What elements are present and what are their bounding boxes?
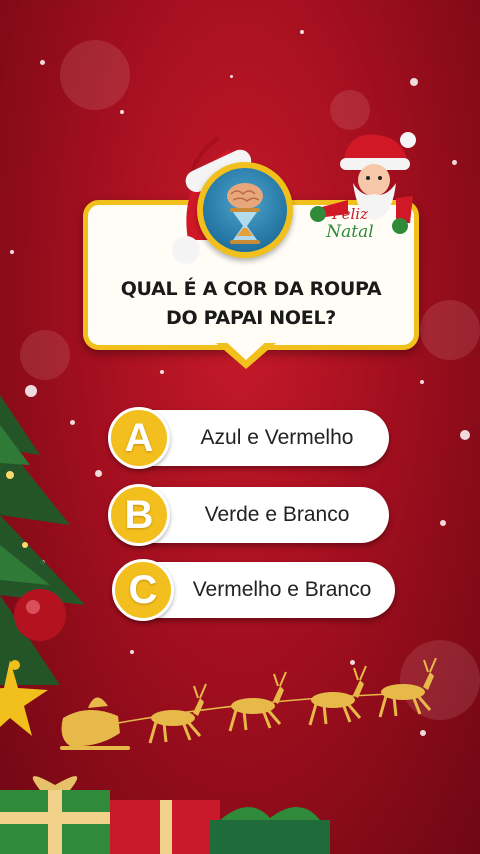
option-c-badge: C (112, 559, 174, 621)
feliz-text: Feliz (332, 205, 368, 223)
answer-option-a[interactable]: A Azul e Vermelho (108, 407, 389, 469)
option-c-text: Vermelho e Branco (192, 578, 372, 601)
feliz-natal-logo: Feliz Natal (315, 205, 385, 241)
question-text: QUAL É A COR DA ROUPA DO PAPAI NOEL? (120, 278, 382, 329)
option-a-badge: A (108, 407, 170, 469)
answer-option-b[interactable]: B Verde e Branco (108, 484, 389, 546)
option-b-letter: B (124, 493, 154, 537)
reindeer-sleigh-icon (60, 658, 437, 750)
option-c-letter: C (128, 568, 158, 612)
brain-hourglass-icon (227, 183, 263, 244)
star-icon (0, 660, 48, 736)
answer-option-c[interactable]: C Vermelho e Branco (112, 559, 395, 621)
option-b-badge: B (108, 484, 170, 546)
brain-hourglass-emblem (197, 162, 293, 258)
gift-box-icon (0, 776, 330, 854)
option-a-text: Azul e Vermelho (200, 426, 354, 449)
natal-text: Natal (326, 222, 374, 242)
option-b-text: Verde e Branco (204, 503, 350, 526)
card-pointer-inner (224, 340, 268, 360)
option-a-letter: A (124, 416, 154, 460)
